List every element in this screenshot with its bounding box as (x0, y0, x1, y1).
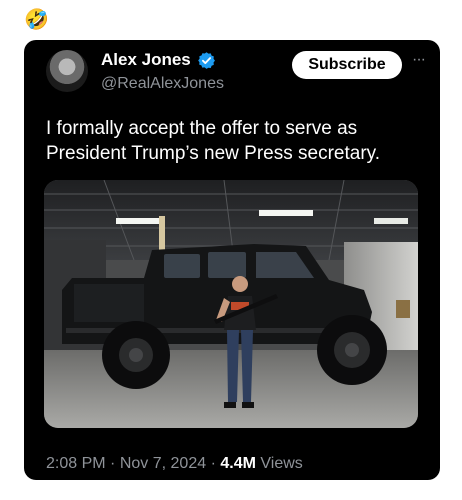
views-count[interactable]: 4.4M (220, 455, 256, 472)
tweet-metadata: 2:08 PM · Nov 7, 2024 · 4.4M Views (46, 454, 303, 474)
tweet-card[interactable]: Alex Jones @RealAlexJones Subscribe ··· … (24, 40, 440, 480)
views-label: Views (260, 455, 303, 472)
meta-separator: · (210, 455, 216, 472)
more-options-icon[interactable]: ··· (412, 50, 426, 70)
author-display-name[interactable]: Alex Jones (101, 50, 191, 70)
avatar[interactable] (46, 50, 88, 92)
tweet-time[interactable]: 2:08 PM (46, 455, 106, 472)
laughing-emoji-icon: 🤣 (24, 7, 49, 31)
tweet-media-photo[interactable] (44, 180, 418, 428)
meta-separator: · (110, 455, 116, 472)
author-handle[interactable]: @RealAlexJones (101, 75, 224, 93)
tweet-text: I formally accept the offer to serve as … (46, 118, 381, 164)
tweet-date[interactable]: Nov 7, 2024 (120, 455, 206, 472)
verified-badge-icon (197, 51, 216, 70)
subscribe-button[interactable]: Subscribe (292, 51, 402, 79)
author-name-row: Alex Jones (101, 50, 216, 70)
